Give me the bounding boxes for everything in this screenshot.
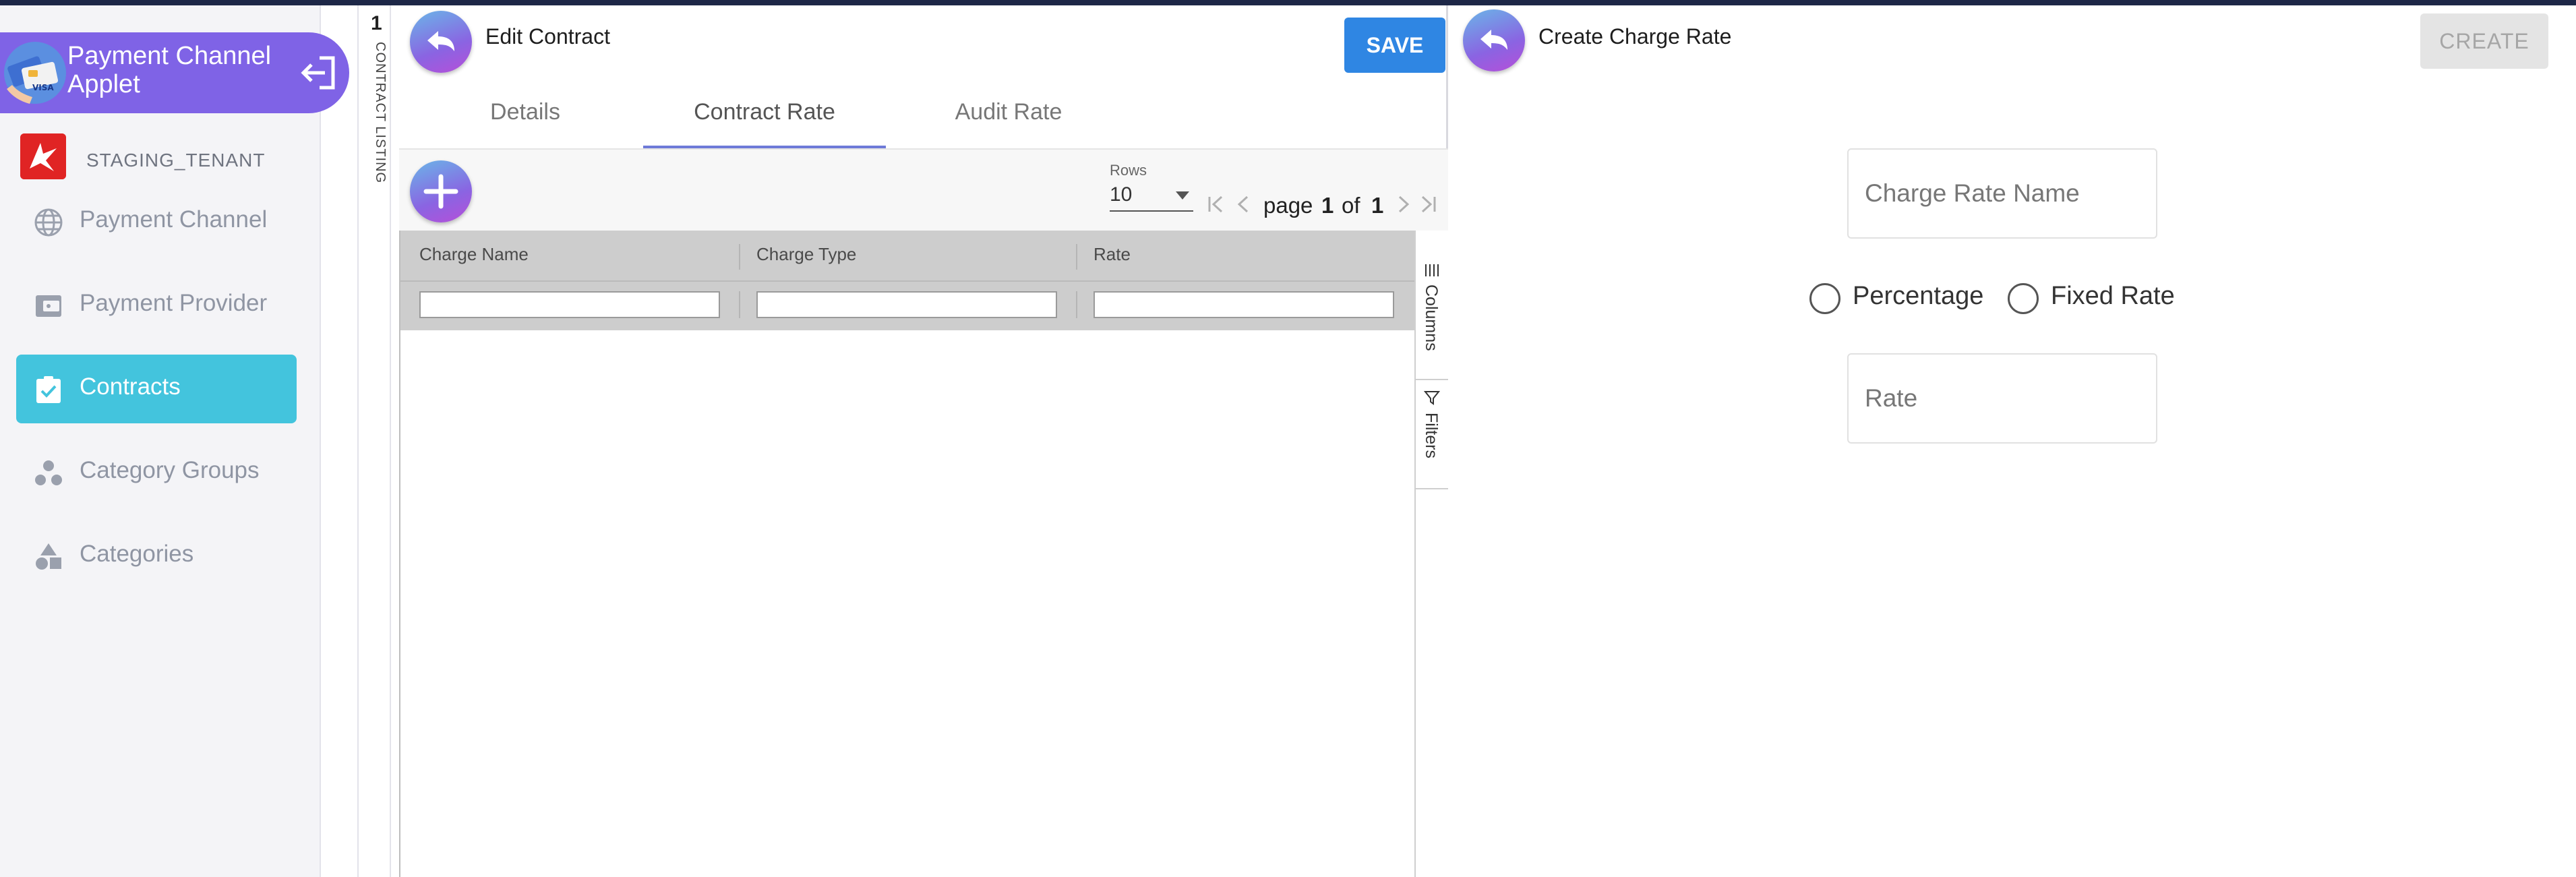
charge-type-filter-input[interactable] <box>756 291 1057 318</box>
column-divider <box>739 244 740 270</box>
tab-details[interactable]: Details <box>467 92 584 148</box>
percentage-radio[interactable] <box>1809 283 1840 314</box>
edit-contract-panel: Edit Contract SAVE Details Contract Rate… <box>399 5 1448 877</box>
payment-cards-icon: VISA <box>4 42 66 104</box>
logout-icon[interactable] <box>297 51 340 94</box>
tab-contract-rate[interactable]: Contract Rate <box>643 92 886 148</box>
back-arrow-icon <box>427 31 454 51</box>
fixed-rate-radio-label[interactable]: Fixed Rate <box>2051 282 2175 311</box>
rate-field[interactable] <box>1847 353 2157 444</box>
sidebar-item-label: Payment Channel <box>80 206 268 233</box>
rate-input[interactable] <box>1865 355 2141 442</box>
sidebar-item-categories[interactable]: Categories <box>16 522 297 591</box>
charge-rate-name-field[interactable] <box>1847 148 2157 239</box>
sidebar-item-label: Payment Provider <box>80 290 268 316</box>
save-button[interactable]: SAVE <box>1344 18 1445 73</box>
sidebar: VISA Payment Channel Applet STAGING_TENA… <box>0 5 349 877</box>
wallet-icon <box>36 295 61 317</box>
chevron-down-icon <box>1176 191 1189 200</box>
sidebar-item-category-groups[interactable]: Category Groups <box>16 438 297 507</box>
svg-text:VISA: VISA <box>32 83 54 92</box>
column-header-charge-type[interactable]: Charge Type <box>756 244 856 265</box>
charge-rate-name-input[interactable] <box>1865 150 2141 237</box>
rate-filter-input[interactable] <box>1094 291 1394 318</box>
pager-total: 1 <box>1371 193 1384 218</box>
page-title: Edit Contract <box>485 24 610 49</box>
back-button[interactable] <box>410 11 472 73</box>
rows-per-page-select[interactable]: 10 <box>1110 183 1193 212</box>
contract-listing-strip[interactable]: 1 CONTRACT LISTING <box>357 5 391 877</box>
percentage-radio-label[interactable]: Percentage <box>1853 282 1983 311</box>
add-button[interactable] <box>410 160 472 222</box>
tenant-logo-icon <box>20 133 66 179</box>
pager-current: 1 <box>1321 193 1334 218</box>
columns-icon <box>1425 264 1439 276</box>
filters-tool-label: Filters <box>1422 413 1441 459</box>
create-button[interactable]: CREATE <box>2420 13 2548 69</box>
sidebar-item-contracts[interactable]: Contracts <box>16 355 297 423</box>
pager-of-word: of <box>1342 193 1360 218</box>
filters-tool[interactable]: Filters <box>1416 380 1448 489</box>
grid-toolbar: Rows 10 page 1 of 1 <box>399 148 1448 231</box>
previous-page-icon[interactable] <box>1234 194 1254 214</box>
column-header-charge-name[interactable]: Charge Name <box>419 244 529 265</box>
contract-rate-grid: Charge Name Charge Type Rate Columns Fil… <box>399 231 1448 877</box>
first-page-icon[interactable] <box>1205 194 1226 214</box>
charge-name-filter-input[interactable] <box>419 291 720 318</box>
next-page-icon[interactable] <box>1393 194 1413 214</box>
tenant-name: STAGING_TENANT <box>86 150 266 171</box>
back-button[interactable] <box>1463 9 1525 71</box>
columns-tool[interactable]: Columns <box>1416 256 1448 380</box>
panel-title: Create Charge Rate <box>1538 24 1732 49</box>
columns-tool-label: Columns <box>1422 284 1441 351</box>
sidebar-item-payment-provider[interactable]: Payment Provider <box>16 271 297 340</box>
plus-icon <box>423 174 458 209</box>
column-header-rate[interactable]: Rate <box>1094 244 1131 265</box>
globe-icon <box>34 208 63 237</box>
column-divider <box>739 291 740 318</box>
last-page-icon[interactable] <box>1418 194 1439 214</box>
listing-label: CONTRACT LISTING <box>373 42 388 184</box>
grid-header: Charge Name Charge Type Rate <box>400 231 1414 330</box>
back-arrow-icon <box>1480 30 1507 50</box>
listing-count: 1 <box>371 12 382 34</box>
pager-page-word: page <box>1263 193 1313 218</box>
tab-audit-rate[interactable]: Audit Rate <box>945 92 1072 148</box>
app-title: Payment Channel Applet <box>67 42 272 98</box>
top-bar <box>0 0 2576 5</box>
create-charge-rate-panel: Create Charge Rate CREATE Percentage Fix… <box>1451 5 2576 877</box>
column-divider <box>1076 291 1077 318</box>
fixed-rate-radio[interactable] <box>2008 283 2039 314</box>
grid-side-tools: Columns Filters <box>1414 231 1448 877</box>
rows-label: Rows <box>1110 162 1147 179</box>
sidebar-item-label: Category Groups <box>80 457 260 483</box>
shapes-icon <box>36 543 61 570</box>
filter-icon <box>1424 391 1440 405</box>
sidebar-item-label: Contracts <box>80 373 181 400</box>
sidebar-item-payment-channel[interactable]: Payment Channel <box>16 187 297 256</box>
sidebar-item-label: Categories <box>80 541 194 567</box>
clipboard-check-icon <box>36 376 61 403</box>
column-divider <box>1076 244 1077 270</box>
circles-group-icon <box>35 460 62 485</box>
rows-value: 10 <box>1110 183 1133 206</box>
filter-row-divider <box>400 280 1414 282</box>
